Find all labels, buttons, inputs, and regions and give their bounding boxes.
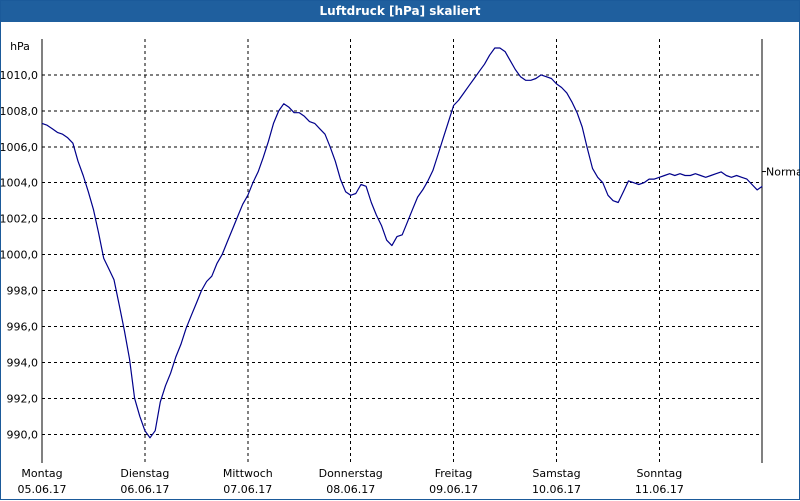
y-tick-label: 1006,0 — [1, 141, 38, 154]
x-tick-day-label: Samstag — [532, 467, 580, 480]
x-tick-date-label: 06.06.17 — [120, 483, 169, 496]
window-title: Luftdruck [hPa] skaliert — [1, 1, 799, 22]
pressure-chart: 990,0 992,0 994,0 996,0 998,0 1000,0 1002,0 100… — [1, 39, 800, 496]
x-tick-date-label: 10.06.17 — [532, 483, 581, 496]
y-tick-label: 1004,0 — [1, 177, 38, 190]
x-tick-date-label: 05.06.17 — [18, 483, 67, 496]
y-tick-label: 992,0 — [7, 392, 39, 405]
x-tick-day-label: Sonntag — [637, 467, 683, 480]
y-tick-label: 1002,0 — [1, 213, 38, 226]
x-tick-day-label: Montag — [21, 467, 62, 480]
y-tick-label: 994,0 — [7, 356, 39, 369]
chart-window: Luftdruck [hPa] skaliert 990,0 992,0 994,0… — [0, 0, 800, 500]
normal-label: Normal — [766, 166, 800, 179]
y-tick-label: 998,0 — [7, 285, 39, 298]
y-tick-label: 996,0 — [7, 320, 39, 333]
x-tick-day-label: Freitag — [435, 467, 473, 480]
y-tick-label: 990,0 — [7, 428, 39, 441]
x-tick-date-label: 08.06.17 — [326, 483, 375, 496]
y-tick-label: 1010,0 — [1, 69, 38, 82]
x-tick-day-label: Dienstag — [120, 467, 169, 480]
y-axis-unit-label: hPa — [10, 40, 30, 53]
x-tick-date-label: 09.06.17 — [429, 483, 478, 496]
y-tick-label: 1000,0 — [1, 249, 38, 262]
y-tick-label: 1008,0 — [1, 105, 38, 118]
pressure-series-line — [41, 47, 763, 439]
x-tick-day-label: Mittwoch — [223, 467, 273, 480]
x-tick-date-label: 11.06.17 — [635, 483, 684, 496]
x-tick-date-label: 07.06.17 — [223, 483, 272, 496]
x-tick-day-label: Donnerstag — [319, 467, 383, 480]
